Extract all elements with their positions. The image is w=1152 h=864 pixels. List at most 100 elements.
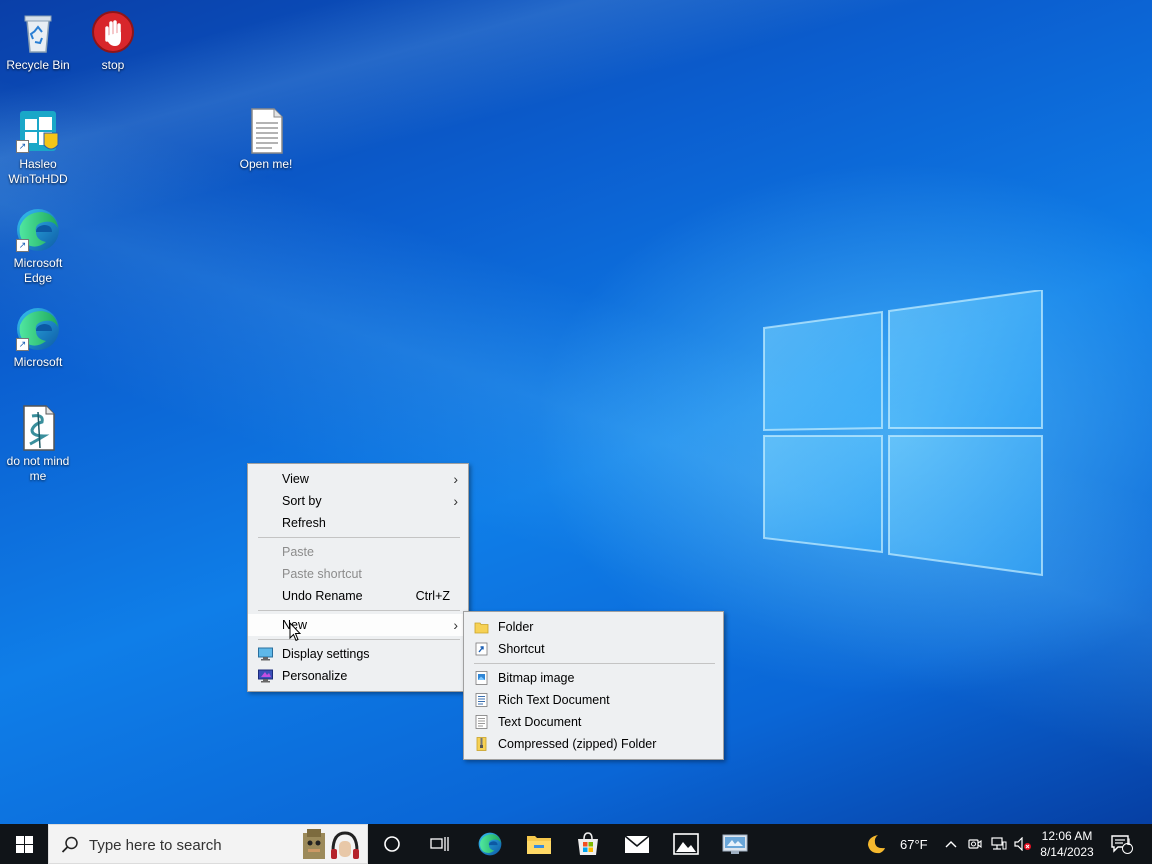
chevron-right-icon: › — [453, 617, 458, 633]
script-file-icon — [23, 405, 55, 451]
mouse-cursor-icon — [289, 622, 301, 642]
menu-item-label: Undo Rename — [282, 589, 363, 603]
submenu-item-compressed-folder[interactable]: Compressed (zipped) Folder — [464, 733, 723, 755]
taskbar-app-file-explorer[interactable] — [515, 824, 563, 864]
menu-item-label: Refresh — [282, 516, 326, 530]
rich-text-document-icon — [475, 693, 488, 707]
menu-item-paste-shortcut[interactable]: Paste shortcut — [248, 563, 468, 585]
taskbar: 67°F 12:06 AM 8/14/2023 — [0, 824, 1152, 864]
zip-folder-icon — [476, 737, 487, 751]
menu-item-label: Sort by — [282, 494, 322, 508]
shortcut-icon — [475, 642, 488, 656]
desktop-icon-do-not-mind-me[interactable]: do not mind me — [0, 404, 76, 484]
menu-item-label: Personalize — [282, 669, 348, 683]
submenu-item-rich-text-document[interactable]: Rich Text Document — [464, 689, 723, 711]
task-view-button[interactable] — [416, 824, 464, 864]
display-settings-icon — [258, 647, 273, 661]
edge-icon — [478, 832, 502, 856]
menu-item-label: View — [282, 472, 309, 486]
desktop-icon-microsoft-edge[interactable]: ↗ Microsoft Edge — [0, 206, 76, 286]
taskbar-app-mail[interactable] — [613, 824, 661, 864]
speaker-muted-icon — [1014, 837, 1031, 851]
network-icon — [991, 837, 1007, 850]
clock[interactable]: 12:06 AM 8/14/2023 — [1036, 824, 1098, 864]
shortcut-arrow-icon: ↗ — [16, 140, 29, 153]
menu-item-label: Compressed (zipped) Folder — [498, 737, 657, 751]
menu-item-refresh[interactable]: Refresh — [248, 512, 468, 534]
menu-item-paste[interactable]: Paste — [248, 541, 468, 563]
tray-icon-volume-muted[interactable] — [1012, 824, 1034, 864]
notification-count-badge: 1 — [1126, 837, 1132, 847]
windows-start-icon — [15, 835, 33, 853]
desktop-icon-recycle-bin[interactable]: Recycle Bin — [0, 8, 76, 73]
menu-item-shortcut-key: Ctrl+Z — [415, 589, 450, 603]
recycle-bin-icon — [24, 15, 52, 53]
menu-item-view[interactable]: View › — [248, 468, 468, 490]
desktop-icon-label: Open me! — [239, 157, 293, 171]
file-explorer-icon — [527, 836, 551, 854]
menu-separator — [258, 610, 460, 611]
search-input[interactable] — [87, 834, 291, 856]
taskbar-app-store[interactable] — [564, 824, 612, 864]
desktop-icon-label: Microsoft — [13, 355, 63, 369]
chevron-right-icon: › — [453, 493, 458, 509]
taskbar-search-box[interactable] — [48, 824, 368, 864]
show-hidden-icons-button[interactable] — [940, 824, 962, 864]
action-center-button[interactable]: 1 — [1100, 824, 1144, 864]
tray-icon-network[interactable] — [988, 824, 1010, 864]
menu-item-undo-rename[interactable]: Undo Rename Ctrl+Z — [248, 585, 468, 607]
menu-separator — [474, 663, 715, 664]
weather-widget[interactable]: 67°F — [864, 824, 934, 864]
desktop-icon-hasleo-wintohdd[interactable]: ↗ Hasleo WinToHDD — [0, 107, 76, 187]
shortcut-arrow-icon: ↗ — [16, 239, 29, 252]
submenu-item-shortcut[interactable]: Shortcut — [464, 638, 723, 660]
folder-icon — [474, 622, 489, 634]
desktop-icon-stop[interactable]: stop — [75, 8, 151, 73]
moon-icon — [868, 835, 885, 854]
submenu-item-folder[interactable]: Folder — [464, 616, 723, 638]
menu-item-sort-by[interactable]: Sort by › — [248, 490, 468, 512]
menu-item-label: Shortcut — [498, 642, 545, 656]
menu-item-label: Folder — [498, 620, 534, 634]
text-document-icon — [475, 715, 488, 729]
desktop-icon-microsoft[interactable]: ↗ Microsoft — [0, 305, 76, 370]
desktop-icon-label: do not mind me — [6, 454, 70, 483]
menu-item-new[interactable]: New › — [248, 614, 468, 636]
submenu-item-bitmap-image[interactable]: Bitmap image — [464, 667, 723, 689]
clock-time: 12:06 AM — [1041, 829, 1093, 843]
text-file-icon — [251, 108, 283, 154]
taskbar-app-edge[interactable] — [466, 824, 514, 864]
tray-icon-meet-now[interactable] — [964, 824, 986, 864]
start-button[interactable] — [0, 824, 48, 864]
taskbar-app-control-panel[interactable] — [711, 824, 759, 864]
stop-hand-icon — [92, 11, 134, 53]
windows-logo-wallpaper — [763, 290, 1043, 577]
menu-item-personalize[interactable]: Personalize — [248, 665, 468, 687]
menu-item-label: Paste shortcut — [282, 567, 362, 581]
photos-icon — [673, 833, 699, 855]
menu-item-label: Text Document — [498, 715, 582, 729]
submenu-item-text-document[interactable]: Text Document — [464, 711, 723, 733]
chevron-up-icon — [945, 841, 957, 848]
clock-date: 8/14/2023 — [1040, 845, 1094, 859]
personalize-icon — [258, 669, 273, 683]
menu-item-display-settings[interactable]: Display settings — [248, 643, 468, 665]
desktop-icon-label: Microsoft Edge — [13, 256, 63, 285]
mail-icon — [624, 835, 650, 853]
cortana-button[interactable] — [368, 824, 416, 864]
meet-now-icon — [968, 839, 982, 849]
taskbar-app-photos[interactable] — [662, 824, 710, 864]
desktop-icon-open-me[interactable]: Open me! — [228, 107, 304, 172]
task-view-icon — [430, 837, 449, 851]
new-submenu: Folder Shortcut Bitmap image Rich Text D… — [463, 611, 724, 760]
desktop[interactable]: Recycle Bin stop ↗ Hasleo WinToHDD Open … — [0, 0, 1152, 824]
search-highlight-illustration-icon — [303, 829, 359, 859]
store-icon — [578, 832, 598, 855]
menu-separator — [258, 537, 460, 538]
weather-temperature: 67°F — [900, 836, 928, 852]
control-panel-icon — [722, 834, 748, 854]
desktop-icon-label: Hasleo WinToHDD — [8, 157, 68, 186]
desktop-context-menu: View › Sort by › Refresh Paste Paste sho… — [247, 463, 469, 692]
menu-item-label: Display settings — [282, 647, 370, 661]
shortcut-arrow-icon: ↗ — [16, 338, 29, 351]
